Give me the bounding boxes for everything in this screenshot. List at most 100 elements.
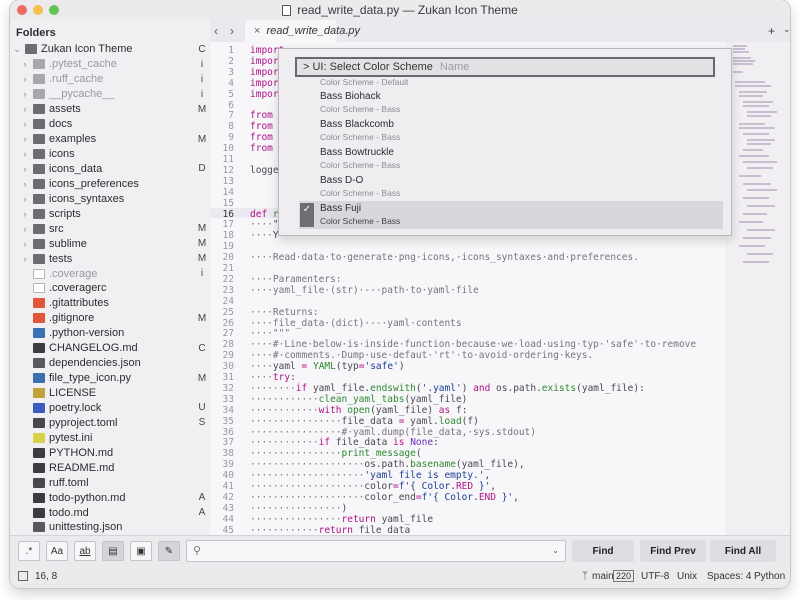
chevron-down-icon[interactable]: ⌄ (12, 44, 22, 55)
git-changes-badge[interactable]: 220 (613, 570, 635, 582)
sidebar-item[interactable]: .coverage i (10, 266, 210, 281)
chevron-right-icon[interactable]: › (20, 89, 30, 99)
highlight-matches-toggle-button[interactable]: ✎ (158, 541, 180, 561)
sidebar-item[interactable]: › sublime M (10, 236, 210, 251)
code-line[interactable]: ············clean_yaml_tabs(yaml_file) (250, 394, 467, 405)
code-line[interactable]: ····try: (250, 372, 296, 383)
case-sensitive-toggle-button[interactable]: Aa (46, 541, 68, 561)
chevron-right-icon[interactable]: › (20, 179, 30, 189)
palette-item[interactable]: ✓ Bass Fuji Color Scheme - Bass (299, 201, 723, 229)
code-line[interactable]: ····Returns: (250, 307, 319, 318)
sidebar-item[interactable]: › src M (10, 221, 210, 236)
code-line[interactable]: ····""" (250, 328, 290, 339)
syntax[interactable]: Python (754, 571, 785, 582)
code-line[interactable]: ····#·comments.·Dump·use·defaut·'rt'·to·… (250, 350, 593, 361)
back-arrow-icon[interactable]: ‹ (214, 24, 218, 38)
forward-arrow-icon[interactable]: › (230, 24, 234, 38)
zoom-window-button[interactable] (49, 5, 59, 15)
chevron-right-icon[interactable]: › (20, 224, 30, 234)
sidebar-item[interactable]: todo-python.md A (10, 490, 210, 505)
sidebar-item[interactable]: › icons_preferences (10, 176, 210, 191)
find-history-chevron-icon[interactable]: ⌄ (552, 546, 559, 555)
find-prev-button[interactable]: Find Prev (640, 540, 706, 562)
command-palette-input[interactable]: > UI: Select Color Scheme Name (295, 57, 715, 77)
code-line[interactable]: ················file_data = yaml.load(f) (250, 416, 479, 427)
chevron-right-icon[interactable]: › (20, 74, 30, 84)
chevron-right-icon[interactable]: › (20, 134, 30, 144)
sidebar-item[interactable]: todo.md A (10, 505, 210, 520)
code-line[interactable]: ····yaml_file·(str)·--·path·to·yaml·file (250, 285, 479, 296)
close-window-button[interactable] (17, 5, 27, 15)
cursor-position[interactable]: 16, 8 (35, 571, 57, 582)
sidebar-item[interactable]: › docs (10, 117, 210, 132)
chevron-right-icon[interactable]: › (20, 164, 30, 174)
sidebar-item[interactable]: .python-version (10, 326, 210, 341)
sidebar-item[interactable]: › scripts (10, 206, 210, 221)
chevron-right-icon[interactable]: › (20, 209, 30, 219)
find-all-button[interactable]: Find All (710, 540, 776, 562)
code-line[interactable]: ····yaml = YAML(typ='safe') (250, 361, 405, 372)
code-line[interactable]: ····file_data·(dict)·--·yaml·contents (250, 318, 462, 329)
code-line[interactable]: ····················'yaml file is empty.… (250, 470, 490, 481)
code-line[interactable]: ····················os.path.basename(yam… (250, 459, 525, 470)
line-endings[interactable]: Unix (677, 571, 697, 582)
in-selection-toggle-button[interactable]: ▣ (130, 541, 152, 561)
code-line[interactable]: from (250, 110, 273, 121)
code-line[interactable]: ············if file_data is None: (250, 437, 439, 448)
palette-item[interactable]: Bass D-O Color Scheme - Bass (299, 173, 723, 201)
sidebar-item[interactable]: .gitignore M (10, 311, 210, 326)
code-line[interactable]: ················) (250, 503, 347, 514)
code-line[interactable]: ····Y (250, 230, 279, 241)
palette-item[interactable]: Bass Biohack Color Scheme - Bass (299, 89, 723, 117)
sidebar-item[interactable]: › .pytest_cache i (10, 57, 210, 72)
chevron-right-icon[interactable]: › (20, 149, 30, 159)
code-line[interactable]: impor (250, 56, 279, 67)
sidebar-item[interactable]: › tests M (10, 251, 210, 266)
code-line[interactable]: impor (250, 89, 279, 100)
chevron-right-icon[interactable]: › (20, 104, 30, 114)
code-line[interactable]: impor (250, 78, 279, 89)
chevron-right-icon[interactable]: › (20, 194, 30, 204)
find-input[interactable]: ⚲ ⌄ (186, 540, 566, 562)
code-line[interactable]: from (250, 132, 273, 143)
code-line[interactable]: logge (250, 165, 279, 176)
sidebar-item[interactable]: › icons_data D (10, 162, 210, 177)
sidebar-item[interactable]: pyproject.toml S (10, 415, 210, 430)
sidebar-item[interactable]: file_type_icon.py M (10, 371, 210, 386)
encoding[interactable]: UTF-8 (641, 571, 669, 582)
code-line[interactable]: from (250, 121, 273, 132)
code-line[interactable]: ····Read·data·to·generate·png·icons,·ico… (250, 252, 639, 263)
code-line[interactable]: ····················color_end=f'{ Color.… (250, 492, 519, 503)
sidebar-item[interactable]: pytest.ini (10, 430, 210, 445)
code-line[interactable]: ····#·Line·below·is·inside·function·beca… (250, 339, 696, 350)
find-button[interactable]: Find (572, 540, 634, 562)
chevron-right-icon[interactable]: › (20, 239, 30, 249)
sidebar-item[interactable]: CHANGELOG.md C (10, 341, 210, 356)
palette-item[interactable]: Bass Bowtruckle Color Scheme - Bass (299, 145, 723, 173)
code-line[interactable]: from (250, 143, 273, 154)
code-line[interactable]: impor (250, 67, 279, 78)
sidebar-item[interactable]: unittesting.json (10, 520, 210, 535)
code-line[interactable]: def r (250, 209, 279, 220)
git-branch[interactable]: main (592, 571, 614, 582)
sidebar-item[interactable]: ruff.toml (10, 475, 210, 490)
sidebar-item[interactable]: poetry.lock U (10, 401, 210, 416)
sidebar-item[interactable]: › assets M (10, 102, 210, 117)
code-line[interactable]: ················#·yaml.dump(file_data,·s… (250, 427, 536, 438)
sidebar-item[interactable]: › .ruff_cache i (10, 72, 210, 87)
new-tab-plus-icon[interactable]: + (768, 24, 775, 38)
tab-read-write-data[interactable]: × read_write_data.py (245, 20, 360, 42)
sidebar-item[interactable]: README.md (10, 460, 210, 475)
minimize-window-button[interactable] (33, 5, 43, 15)
code-line[interactable]: ········if yaml_file.endswith('.yaml') a… (250, 383, 645, 394)
sidebar-toggle-icon[interactable] (18, 571, 28, 581)
sidebar-item[interactable]: › __pycache__ i (10, 87, 210, 102)
chevron-right-icon[interactable]: › (20, 119, 30, 129)
regex-toggle-button[interactable]: .* (18, 541, 40, 561)
code-line[interactable]: ················print_message( (250, 448, 422, 459)
chevron-right-icon[interactable]: › (20, 59, 30, 69)
whole-word-toggle-button[interactable]: ab (74, 541, 96, 561)
sidebar-item[interactable]: .coveragerc (10, 281, 210, 296)
sidebar-item[interactable]: › icons (10, 147, 210, 162)
sidebar-item[interactable]: .gitattributes (10, 296, 210, 311)
